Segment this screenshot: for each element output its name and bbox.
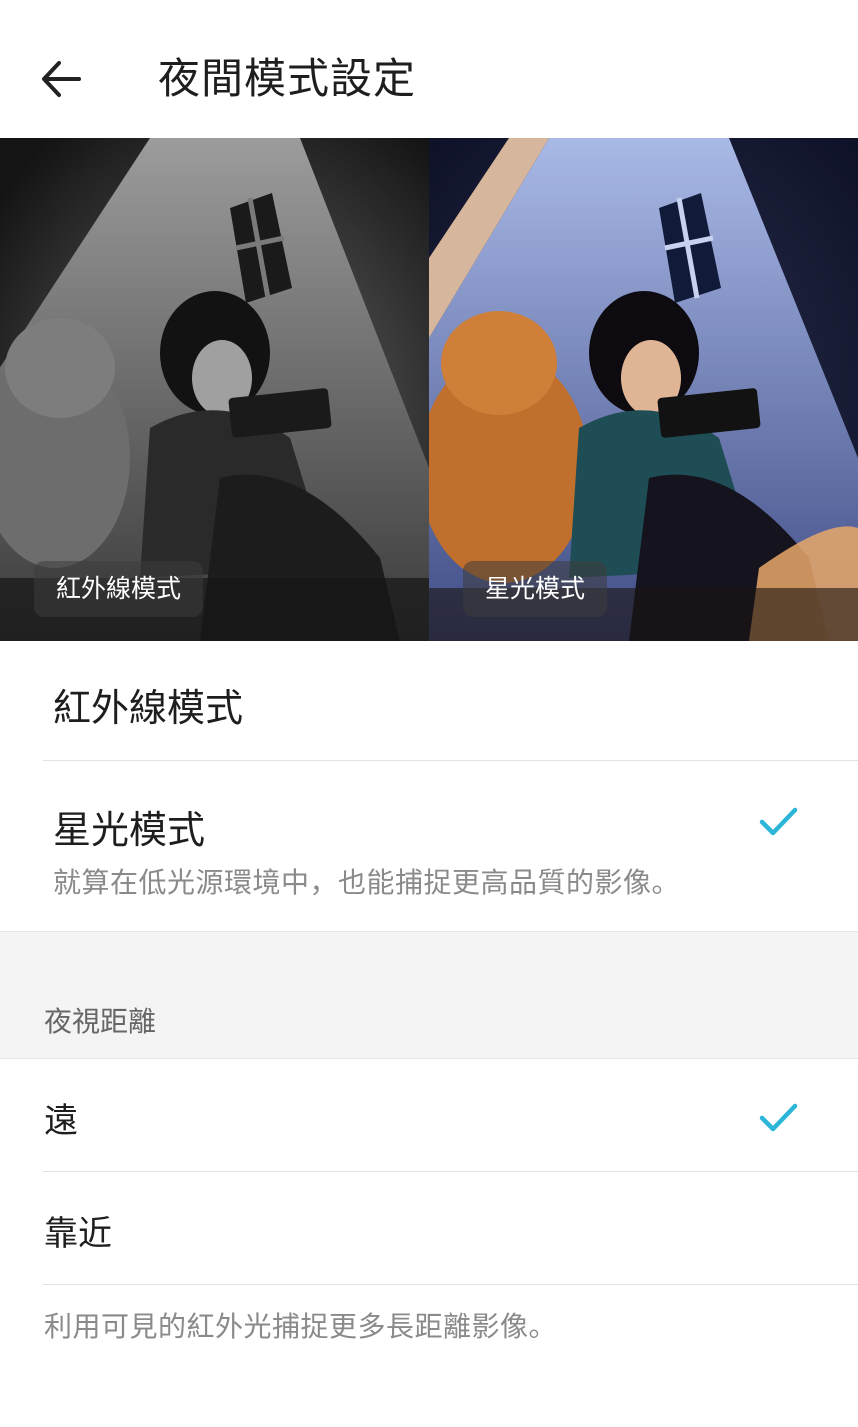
starlight-mode-label: 星光模式	[53, 808, 206, 852]
starlight-mode-option[interactable]: 星光模式 就算在低光源環境中，也能捕捉更高品質的影像。	[0, 761, 858, 931]
page-title: 夜間模式設定	[158, 54, 417, 103]
distance-near-option[interactable]: 靠近	[0, 1172, 858, 1284]
back-button[interactable]	[34, 52, 88, 106]
starlight-mode-tag: 星光模式	[463, 561, 608, 617]
night-mode-preview: 紅外線模式 星光模式	[0, 138, 858, 641]
night-vision-distance-section-header: 夜視距離	[0, 931, 858, 1059]
distance-far-label: 遠	[44, 1101, 78, 1141]
check-icon	[759, 807, 798, 836]
distance-far-option[interactable]: 遠	[0, 1059, 858, 1171]
distance-footer-note: 利用可見的紅外光捕捉更多長距離影像。	[44, 1310, 558, 1343]
arrow-left-icon	[42, 61, 81, 97]
starlight-mode-description: 就算在低光源環境中，也能捕捉更高品質的影像。	[53, 866, 681, 899]
infrared-preview-image: 紅外線模式	[0, 138, 429, 641]
infrared-mode-option[interactable]: 紅外線模式	[0, 641, 858, 760]
section-title: 夜視距離	[44, 1005, 157, 1038]
distance-near-label: 靠近	[44, 1214, 112, 1254]
divider	[43, 1284, 858, 1285]
starlight-preview-image: 星光模式	[429, 138, 858, 641]
infrared-mode-label: 紅外線模式	[53, 686, 244, 730]
night-vision-distance-options: 遠 靠近 利用可見的紅外光捕捉更多長距離影像。	[0, 1059, 858, 1427]
app-header: 夜間模式設定	[0, 0, 858, 138]
infrared-mode-tag: 紅外線模式	[34, 561, 204, 617]
night-mode-options: 紅外線模式 星光模式 就算在低光源環境中，也能捕捉更高品質的影像。	[0, 641, 858, 931]
check-icon	[759, 1103, 798, 1132]
